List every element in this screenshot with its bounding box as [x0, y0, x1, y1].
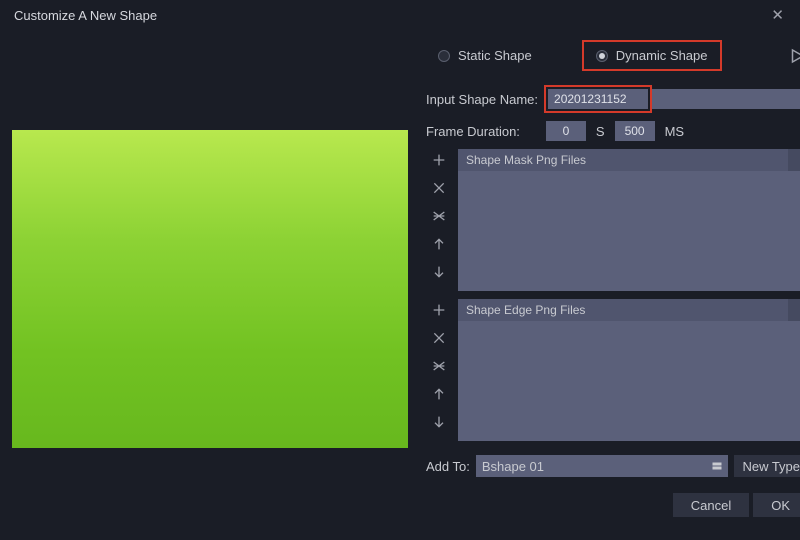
- shape-preview: [12, 130, 408, 448]
- mask-move-down-button[interactable]: [428, 261, 450, 283]
- static-shape-radio[interactable]: Static Shape: [428, 44, 542, 67]
- mask-clear-button[interactable]: [428, 205, 450, 227]
- ms-unit: MS: [665, 124, 685, 139]
- edge-remove-button[interactable]: [428, 327, 450, 349]
- edge-move-up-button[interactable]: [428, 383, 450, 405]
- duration-seconds-input[interactable]: [546, 121, 586, 141]
- shape-name-input[interactable]: [548, 89, 648, 109]
- dropdown-icon: [712, 459, 722, 474]
- frame-duration-label: Frame Duration:: [426, 124, 520, 139]
- radio-dot-icon: [438, 50, 450, 62]
- mask-add-button[interactable]: [428, 149, 450, 171]
- ok-button[interactable]: OK: [753, 493, 800, 517]
- mask-files-header: Shape Mask Png Files: [458, 149, 800, 171]
- edge-files-panel: Shape Edge Png Files: [458, 299, 800, 441]
- close-icon[interactable]: ✕: [765, 4, 790, 26]
- new-type-button[interactable]: New Type: [734, 455, 800, 477]
- mask-move-up-button[interactable]: [428, 233, 450, 255]
- edge-clear-button[interactable]: [428, 355, 450, 377]
- duration-ms-input[interactable]: [615, 121, 655, 141]
- dynamic-shape-radio[interactable]: Dynamic Shape: [582, 40, 722, 71]
- edge-add-button[interactable]: [428, 299, 450, 321]
- shape-name-input-extra[interactable]: [652, 89, 800, 109]
- add-to-select[interactable]: Bshape 01: [476, 455, 729, 477]
- window-title: Customize A New Shape: [14, 8, 157, 23]
- shape-name-label: Input Shape Name:: [426, 92, 538, 107]
- play-button[interactable]: [786, 45, 800, 67]
- mask-files-panel: Shape Mask Png Files: [458, 149, 800, 291]
- radio-dot-icon: [596, 50, 608, 62]
- cancel-button[interactable]: Cancel: [673, 493, 749, 517]
- mask-remove-button[interactable]: [428, 177, 450, 199]
- add-to-label: Add To:: [426, 459, 470, 474]
- edge-files-list[interactable]: [458, 321, 800, 441]
- edge-move-down-button[interactable]: [428, 411, 450, 433]
- add-to-value: Bshape 01: [482, 459, 544, 474]
- dynamic-shape-label: Dynamic Shape: [616, 48, 708, 63]
- static-shape-label: Static Shape: [458, 48, 532, 63]
- mask-files-list[interactable]: [458, 171, 800, 291]
- seconds-unit: S: [596, 124, 605, 139]
- edge-files-header: Shape Edge Png Files: [458, 299, 800, 321]
